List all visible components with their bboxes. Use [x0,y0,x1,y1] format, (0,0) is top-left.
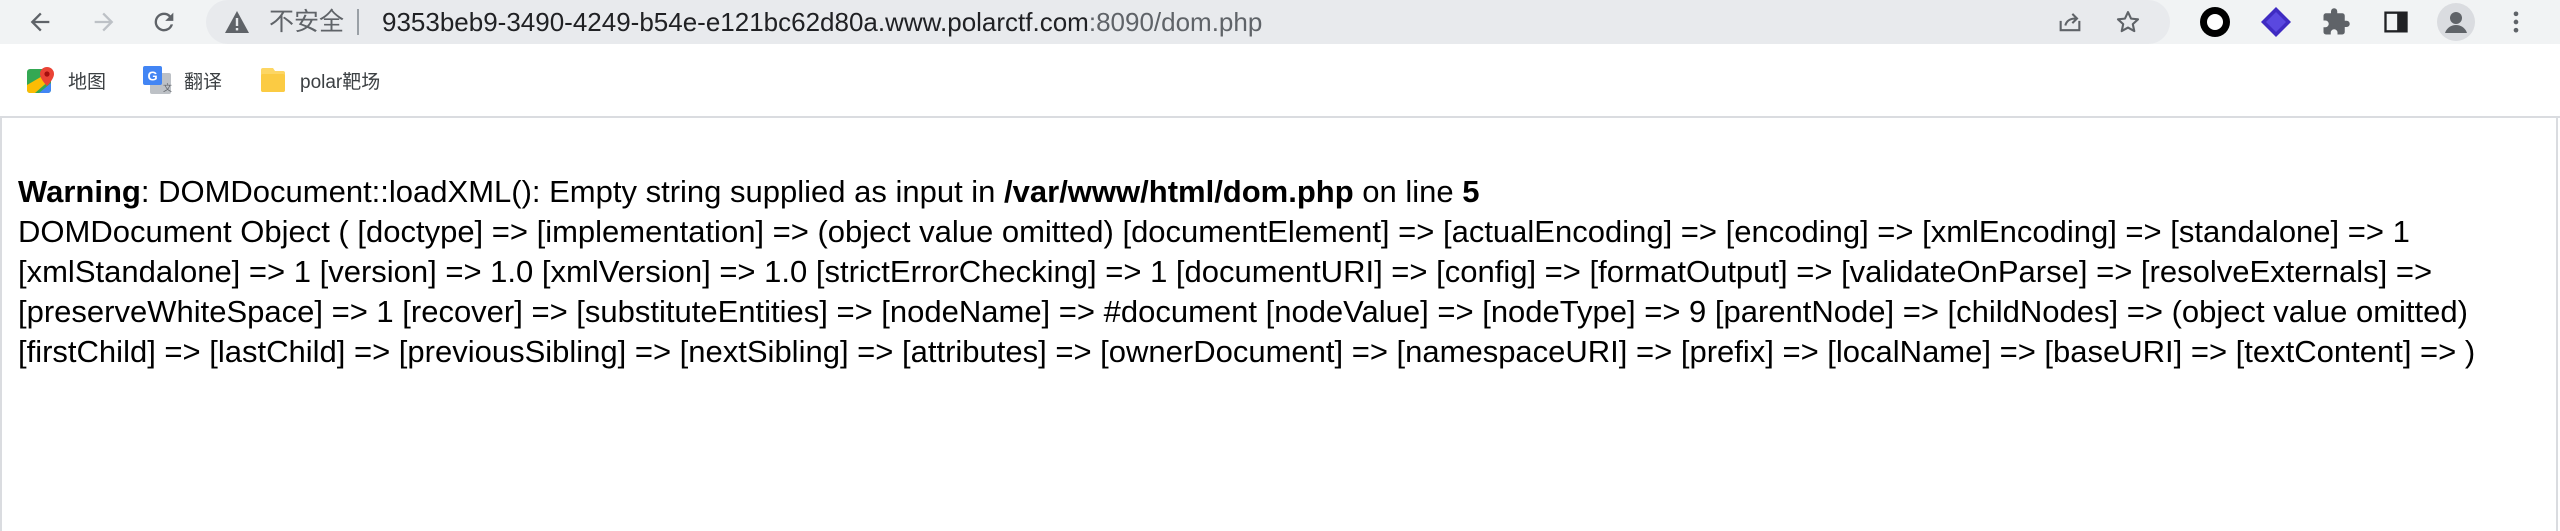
extension-button-1[interactable] [2195,2,2235,42]
warning-line-number: 5 [1462,174,1480,209]
warning-file-path: /var/www/html/dom.php [1004,174,1354,209]
extension-button-2[interactable] [2256,2,2296,42]
url-path: :8090/dom.php [1088,7,1263,37]
divider [357,9,359,35]
menu-button[interactable] [2496,2,2536,42]
bookmark-polar[interactable]: polar靶场 [258,64,380,96]
avatar-icon [2437,3,2475,41]
address-bar[interactable]: 不安全 9353beb9-3490-4249-b54e-e121bc62d80a… [206,0,2170,44]
bookmarks-bar: 地图 G 文 翻译 polar靶场 [0,44,2560,118]
svg-text:G: G [147,69,157,84]
page-viewport: Warning: DOMDocument::loadXML(): Empty s… [0,118,2558,531]
url-host: 9353beb9-3490-4249-b54e-e121bc62d80a.www… [382,7,1089,37]
warning-on-line: on line [1353,174,1463,209]
bookmark-label: 翻译 [184,71,223,93]
bookmark-label: 地图 [68,71,107,93]
star-icon[interactable] [2114,8,2142,36]
svg-text:文: 文 [163,82,172,94]
folder-icon [261,68,285,92]
php-warning: Warning: DOMDocument::loadXML(): Empty s… [18,172,2544,212]
puzzle-icon [2323,8,2350,35]
bookmark-label: polar靶场 [300,71,381,93]
side-panel-button[interactable] [2376,2,2416,42]
security-label[interactable]: 不安全 [269,6,344,38]
reload-button[interactable] [144,2,184,42]
extensions-button[interactable] [2316,2,2356,42]
browser-toolbar: 不安全 9353beb9-3490-4249-b54e-e121bc62d80a… [0,0,2560,44]
forward-button[interactable] [84,2,124,42]
object-dump: DOMDocument Object ( [doctype] => [imple… [18,214,2476,369]
reload-icon [154,12,174,32]
share-icon[interactable] [2056,8,2084,36]
diamond-extension-icon [2261,7,2291,37]
circle-extension-icon [2200,7,2230,37]
back-button[interactable] [20,2,60,42]
arrow-left-icon [30,12,50,32]
arrow-right-icon [94,12,114,32]
maps-icon [27,67,54,93]
warning-message: : DOMDocument::loadXML(): Empty string s… [140,174,1005,209]
warning-triangle-icon[interactable] [224,10,250,34]
url-text[interactable]: 9353beb9-3490-4249-b54e-e121bc62d80a.www… [382,6,1262,38]
bookmark-maps[interactable]: 地图 [26,64,106,96]
warning-label: Warning [18,174,141,209]
bookmark-translate[interactable]: G 文 翻译 [142,64,222,96]
side-panel-icon [2384,11,2408,33]
profile-button[interactable] [2436,2,2476,42]
kebab-menu-icon [2513,11,2519,33]
php-output: Warning: DOMDocument::loadXML(): Empty s… [18,172,2544,372]
translate-icon: G 文 [143,66,172,94]
